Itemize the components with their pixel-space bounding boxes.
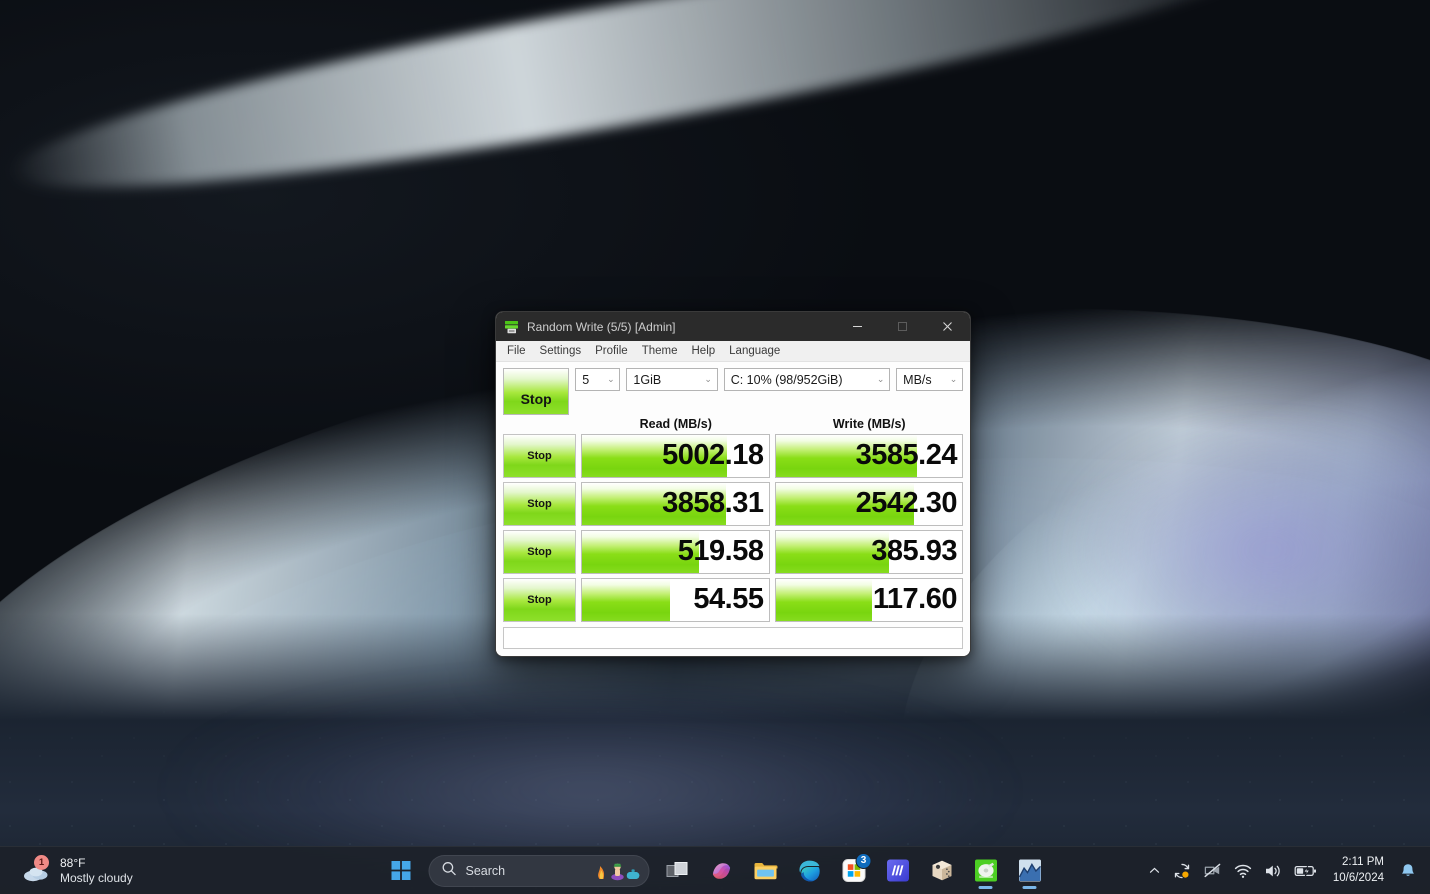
window-controls bbox=[835, 312, 970, 341]
wifi-icon[interactable] bbox=[1229, 852, 1257, 890]
status-text-box[interactable] bbox=[503, 626, 963, 649]
maximize-button[interactable] bbox=[880, 312, 925, 341]
run-all-button[interactable]: Stop bbox=[503, 368, 570, 415]
window-title: Random Write (5/5) [Admin] bbox=[527, 319, 676, 334]
volume-icon[interactable] bbox=[1259, 852, 1287, 890]
crystaldiskmark-window[interactable]: Random Write (5/5) [Admin] File Settings… bbox=[495, 311, 971, 657]
clock-date: 10/6/2024 bbox=[1332, 871, 1384, 884]
app-body: Stop 5 ⌄ 1GiB ⌄ C: 10% (98/952GiB) ⌄ MB/… bbox=[496, 362, 970, 656]
edge-button[interactable] bbox=[790, 851, 830, 891]
test-count-select[interactable]: 5 ⌄ bbox=[575, 368, 621, 391]
table-row: Stop 3858.31 2542.30 bbox=[503, 481, 963, 526]
clock[interactable]: 2:11 PM 10/6/2024 bbox=[1325, 855, 1392, 886]
taskbar: 1 88°F Mostly cloudy Search 3 2:11 PM 10… bbox=[0, 846, 1430, 894]
unit-value: MB/s bbox=[903, 372, 932, 387]
read-result-value: 519.58 bbox=[677, 535, 764, 568]
weather-description: Mostly cloudy bbox=[60, 870, 133, 885]
read-bar-fill bbox=[582, 578, 670, 621]
menu-item-profile[interactable]: Profile bbox=[589, 343, 636, 360]
battery-charging-icon[interactable] bbox=[1289, 852, 1323, 890]
menu-bar: File Settings Profile Theme Help Languag… bbox=[496, 341, 970, 362]
results-table: Stop 5002.18 3585.24 Stop 3858.31 2542.30 Stop… bbox=[503, 433, 963, 622]
write-result-bar: 3585.24 bbox=[774, 433, 963, 478]
write-bar-fill bbox=[775, 578, 873, 621]
write-column-header: Write (MB/s) bbox=[832, 417, 906, 431]
tray-expand-button[interactable] bbox=[1143, 852, 1166, 890]
write-result-bar: 385.93 bbox=[774, 529, 963, 574]
write-result-value: 117.60 bbox=[872, 583, 958, 616]
copilot-button[interactable] bbox=[702, 851, 742, 891]
search-box[interactable]: Search bbox=[428, 854, 650, 887]
weather-temperature: 88°F bbox=[60, 855, 86, 870]
table-row: Stop 519.58 385.93 bbox=[503, 529, 963, 574]
controls-row: Stop 5 ⌄ 1GiB ⌄ C: 10% (98/952GiB) ⌄ MB/… bbox=[503, 368, 963, 415]
menu-item-help[interactable]: Help bbox=[686, 343, 724, 360]
search-input[interactable]: Search bbox=[466, 864, 506, 878]
test-count-value: 5 bbox=[582, 372, 590, 387]
windows-update-icon[interactable] bbox=[1168, 852, 1196, 890]
cloud-icon: 1 bbox=[22, 854, 52, 884]
row-run-button[interactable]: Stop bbox=[503, 433, 576, 478]
performance-monitor-button[interactable] bbox=[1010, 851, 1050, 891]
chevron-down-icon: ⌄ bbox=[949, 374, 958, 384]
read-column-header: Read (MB/s) bbox=[639, 417, 712, 431]
weather-notification-badge: 1 bbox=[34, 854, 49, 870]
crystaldiskmark-icon bbox=[504, 319, 520, 335]
package-app-button[interactable] bbox=[922, 851, 962, 891]
write-result-value: 2542.30 bbox=[855, 487, 958, 520]
write-result-value: 385.93 bbox=[871, 535, 957, 568]
write-result-bar: 117.60 bbox=[774, 577, 963, 622]
search-decoration-icons bbox=[595, 861, 641, 881]
desktop: Random Write (5/5) [Admin] File Settings… bbox=[0, 0, 1430, 894]
row-run-button[interactable]: Stop bbox=[503, 529, 576, 574]
row-run-button[interactable]: Stop bbox=[503, 481, 576, 526]
search-icon bbox=[442, 861, 457, 881]
read-result-value: 54.55 bbox=[693, 583, 764, 616]
crystaldiskmark-button[interactable] bbox=[966, 851, 1006, 891]
read-result-bar: 3858.31 bbox=[581, 481, 770, 526]
camera-off-icon[interactable] bbox=[1198, 852, 1227, 890]
store-badge: 3 bbox=[855, 852, 872, 869]
weather-widget[interactable]: 1 88°F Mostly cloudy bbox=[14, 853, 141, 888]
read-result-bar: 54.55 bbox=[581, 577, 770, 622]
test-size-value: 1GiB bbox=[633, 372, 662, 387]
table-row: Stop 54.55 117.60 bbox=[503, 577, 963, 622]
read-result-bar: 519.58 bbox=[581, 529, 770, 574]
start-button[interactable] bbox=[381, 851, 421, 891]
write-result-value: 3585.24 bbox=[855, 439, 958, 472]
read-result-bar: 5002.18 bbox=[581, 433, 770, 478]
taskbar-center-group: Search 3 bbox=[381, 851, 1050, 891]
drive-value: C: 10% (98/952GiB) bbox=[730, 372, 843, 387]
table-row: Stop 5002.18 3585.24 bbox=[503, 433, 963, 478]
row-run-button[interactable]: Stop bbox=[503, 577, 576, 622]
test-size-select[interactable]: 1GiB ⌄ bbox=[626, 368, 718, 391]
microsoft-store-button[interactable]: 3 bbox=[834, 851, 874, 891]
menu-item-settings[interactable]: Settings bbox=[534, 343, 590, 360]
drive-select[interactable]: C: 10% (98/952GiB) ⌄ bbox=[723, 368, 891, 391]
read-result-value: 5002.18 bbox=[662, 439, 764, 472]
notifications-bell-icon[interactable] bbox=[1394, 852, 1422, 890]
clock-time: 2:11 PM bbox=[1342, 855, 1384, 868]
menu-item-file[interactable]: File bbox=[501, 343, 534, 360]
system-tray: 2:11 PM 10/6/2024 bbox=[1143, 852, 1430, 890]
chevron-down-icon: ⌄ bbox=[607, 374, 615, 384]
menu-item-language[interactable]: Language bbox=[723, 343, 788, 360]
close-button[interactable] bbox=[925, 312, 970, 341]
write-result-bar: 2542.30 bbox=[774, 481, 963, 526]
menu-item-theme[interactable]: Theme bbox=[636, 343, 686, 360]
window-titlebar[interactable]: Random Write (5/5) [Admin] bbox=[496, 312, 970, 341]
file-explorer-button[interactable] bbox=[746, 851, 786, 891]
read-result-value: 3858.31 bbox=[662, 487, 764, 520]
task-view-button[interactable] bbox=[658, 851, 698, 891]
chevron-down-icon: ⌄ bbox=[704, 374, 712, 384]
minimize-button[interactable] bbox=[835, 312, 880, 341]
column-headers: Read (MB/s) Write (MB/s) bbox=[503, 417, 963, 432]
app-m-button[interactable] bbox=[878, 851, 918, 891]
weather-text: 88°F Mostly cloudy bbox=[60, 856, 133, 885]
unit-select[interactable]: MB/s ⌄ bbox=[896, 368, 963, 391]
chevron-down-icon: ⌄ bbox=[876, 374, 885, 384]
